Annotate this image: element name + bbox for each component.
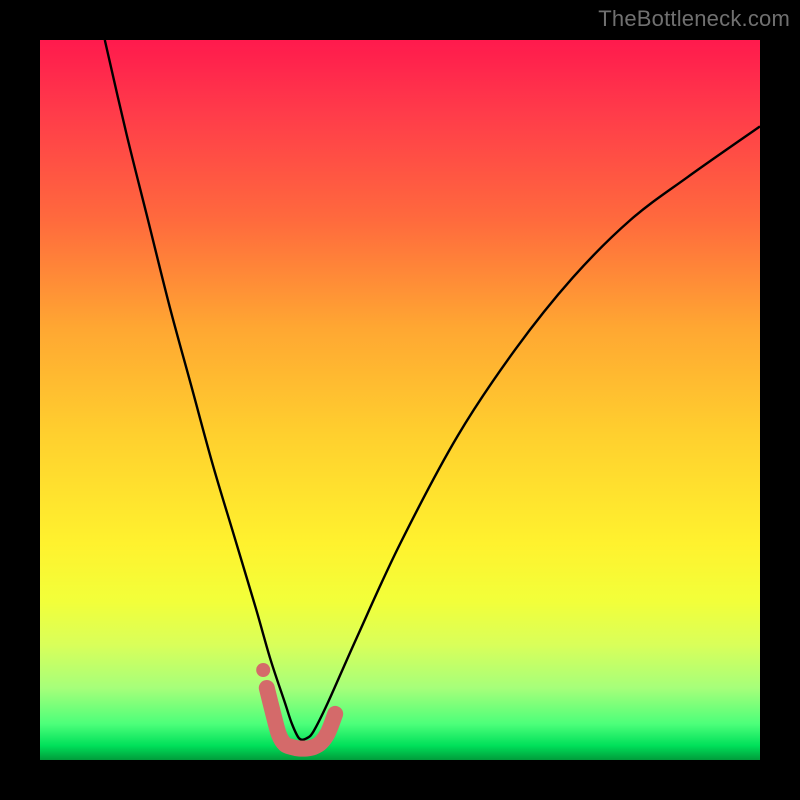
curve-svg bbox=[40, 40, 760, 760]
bottleneck-curve bbox=[105, 40, 760, 740]
watermark-text: TheBottleneck.com bbox=[598, 6, 790, 32]
chart-frame: TheBottleneck.com bbox=[0, 0, 800, 800]
optimal-dot bbox=[256, 663, 270, 677]
plot-area bbox=[40, 40, 760, 760]
